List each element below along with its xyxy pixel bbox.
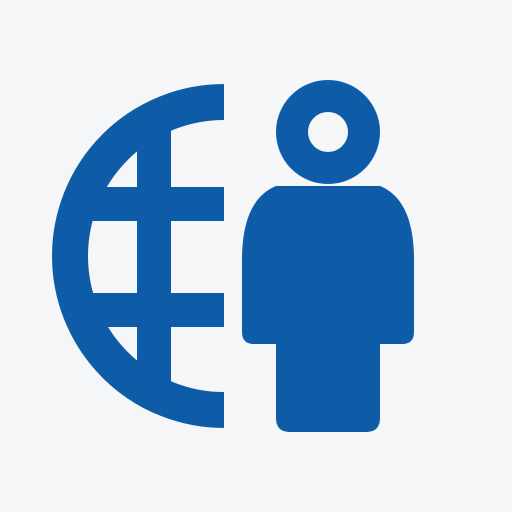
globe-person-svg: [52, 80, 414, 432]
person-icon: [242, 80, 414, 432]
person-head: [276, 80, 380, 184]
person-body: [242, 186, 414, 432]
globe-person-icon: [0, 0, 512, 512]
icon-canvas: [0, 0, 512, 512]
